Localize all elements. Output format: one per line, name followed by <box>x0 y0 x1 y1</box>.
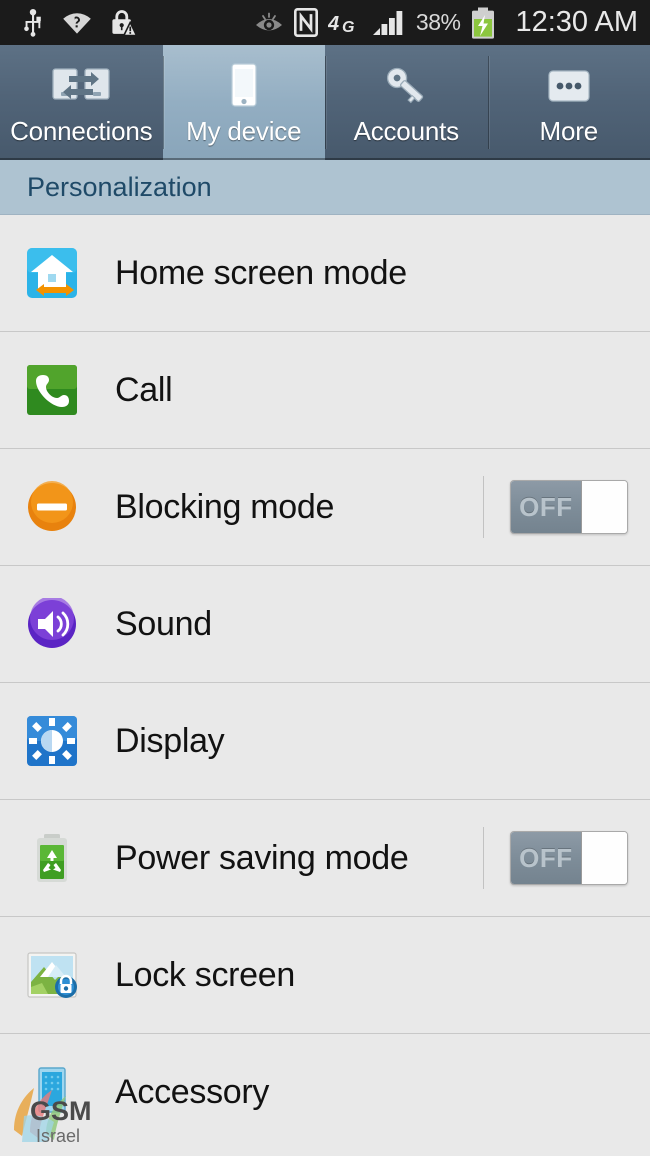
list-item-label: Accessory <box>115 1073 269 1112</box>
settings-tab-bar: Connections My device <box>0 45 650 160</box>
list-item-accessory-setting[interactable]: Accessory <box>0 1034 650 1151</box>
phone-icon <box>227 62 261 110</box>
tab-my-device[interactable]: My device <box>163 45 326 160</box>
status-bar: 4 G 38% 12:30 AM <box>0 0 650 45</box>
list-item-label: Power saving mode <box>115 839 409 878</box>
list-item-label: Sound <box>115 605 212 644</box>
list-item-accessory: OFF <box>483 827 628 889</box>
tab-connections[interactable]: Connections <box>0 45 163 160</box>
usb-icon <box>22 9 44 37</box>
call-icon <box>24 363 79 418</box>
signal-bars-icon <box>372 9 406 37</box>
status-bar-right-icons: 4 G 38% 12:30 AM <box>254 6 638 39</box>
power-saving-toggle[interactable]: OFF <box>510 831 628 885</box>
list-item-label: Lock screen <box>115 956 295 995</box>
list-item-display[interactable]: Display <box>0 683 650 800</box>
list-item-label: Call <box>115 371 172 410</box>
network-4g-icon: 4 G <box>328 10 362 36</box>
more-dots-icon <box>546 62 592 110</box>
tab-accounts[interactable]: Accounts <box>325 45 488 160</box>
tab-accounts-label: Accounts <box>354 116 459 147</box>
list-item-sound[interactable]: Sound <box>0 566 650 683</box>
battery-percent-label: 38% <box>416 9 461 36</box>
section-header-personalization: Personalization <box>0 160 650 215</box>
toggle-state-label: OFF <box>519 843 573 874</box>
toggle-thumb[interactable] <box>582 481 627 533</box>
divider <box>483 827 484 889</box>
list-item-call[interactable]: Call <box>0 332 650 449</box>
svg-text:4: 4 <box>328 13 339 35</box>
tab-connections-label: Connections <box>10 116 152 147</box>
tab-my-device-label: My device <box>186 116 301 147</box>
list-item-label: Blocking mode <box>115 488 334 527</box>
nfc-icon <box>294 8 318 37</box>
toggle-track: OFF <box>511 832 582 884</box>
svg-text:G: G <box>342 19 354 36</box>
list-item-label: Home screen mode <box>115 254 407 293</box>
blocking-mode-icon <box>24 480 79 535</box>
list-item-blocking-mode[interactable]: Blocking mode OFF <box>0 449 650 566</box>
list-item-home-screen-mode[interactable]: Home screen mode <box>0 215 650 332</box>
list-item-power-saving-mode[interactable]: Power saving mode OFF <box>0 800 650 917</box>
toggle-thumb[interactable] <box>582 832 627 884</box>
tab-more[interactable]: More <box>488 45 650 160</box>
accessory-icon <box>24 1065 79 1120</box>
list-item-label: Display <box>115 722 224 761</box>
battery-charging-icon <box>470 7 496 39</box>
list-item-lock-screen[interactable]: Lock screen <box>0 917 650 1034</box>
sound-icon <box>24 597 79 652</box>
display-icon <box>24 714 79 769</box>
blocking-mode-toggle[interactable]: OFF <box>510 480 628 534</box>
tab-more-label: More <box>540 116 598 147</box>
toggle-state-label: OFF <box>519 492 573 523</box>
status-bar-left-icons <box>22 9 137 37</box>
lock-screen-icon <box>24 948 79 1003</box>
smart-stay-icon <box>254 11 284 35</box>
wifi-question-icon <box>62 10 92 36</box>
lock-warning-icon <box>110 9 137 37</box>
divider <box>483 476 484 538</box>
status-bar-clock: 12:30 AM <box>515 6 638 39</box>
devices-sync-icon <box>51 62 111 110</box>
power-saving-icon <box>24 831 79 886</box>
toggle-track: OFF <box>511 481 582 533</box>
phone-screen: 4 G 38% 12:30 AM <box>0 0 650 1156</box>
section-header-label: Personalization <box>27 172 212 203</box>
key-icon <box>381 62 431 110</box>
settings-list: Home screen mode Call Bloc <box>0 215 650 1151</box>
list-item-accessory: OFF <box>483 476 628 538</box>
home-screen-mode-icon <box>24 246 79 301</box>
